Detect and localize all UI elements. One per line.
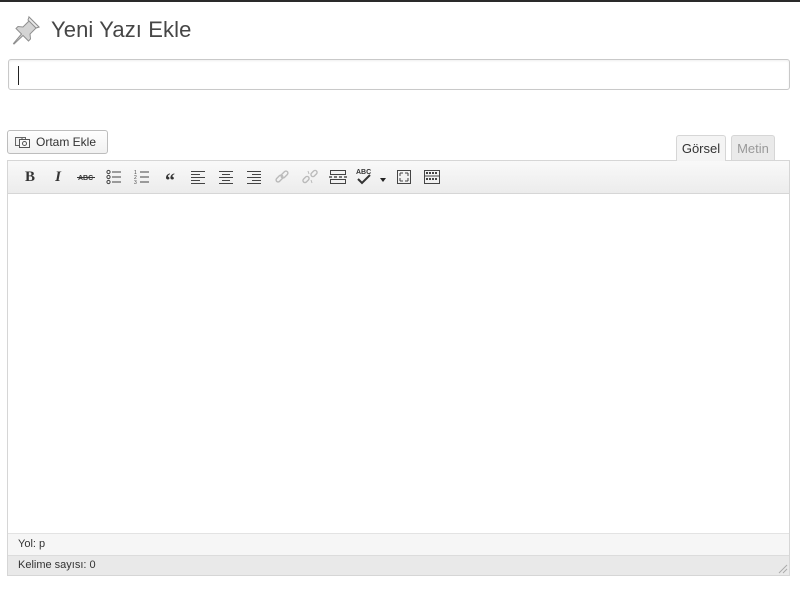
pushpin-icon — [12, 15, 40, 45]
page-title: Yeni Yazı Ekle — [51, 17, 192, 42]
spellcheck-icon: ABC — [356, 169, 386, 185]
text-caret — [18, 66, 19, 85]
editor-content-area[interactable] — [8, 194, 789, 533]
insert-more-button[interactable] — [327, 166, 349, 188]
fullscreen-button[interactable] — [393, 166, 415, 188]
strikethrough-button[interactable]: ABC — [75, 166, 97, 188]
editor-toolbar: B I ABC 1 2 3 “ ABC — [8, 161, 789, 194]
word-count: Kelime sayısı: 0 — [8, 555, 789, 575]
blockquote-icon: “ — [165, 170, 175, 192]
bold-icon: B — [24, 168, 35, 185]
top-border — [0, 0, 800, 2]
numbered-list-button[interactable]: 1 2 3 — [131, 166, 153, 188]
post-title-input[interactable] — [8, 59, 790, 90]
blockquote-button[interactable]: “ — [159, 166, 181, 192]
unlink-icon — [302, 169, 318, 184]
italic-icon: I — [55, 168, 61, 185]
toolbar-toggle-button[interactable] — [421, 166, 443, 188]
kitchen-sink-icon — [424, 170, 440, 184]
align-center-icon — [219, 171, 233, 184]
align-right-icon — [247, 171, 261, 184]
strikethrough-text: ABC — [78, 175, 93, 182]
link-icon — [275, 170, 289, 183]
editor: B I ABC 1 2 3 “ ABC Yol: p Kelime sayısı… — [7, 160, 790, 576]
strikethrough-icon: ABC — [77, 175, 95, 182]
italic-button[interactable]: I — [47, 166, 69, 188]
remove-link-button[interactable] — [299, 166, 321, 188]
insert-more-icon — [329, 170, 347, 184]
tab-text[interactable]: Metin — [731, 135, 775, 160]
resize-handle-icon[interactable] — [777, 563, 788, 574]
bullet-list-button[interactable] — [103, 166, 125, 188]
media-icon — [15, 137, 30, 148]
spellcheck-button[interactable]: ABC — [354, 166, 388, 188]
add-media-label: Ortam Ekle — [36, 135, 97, 149]
align-center-button[interactable] — [215, 166, 237, 188]
tab-visual[interactable]: Görsel — [676, 135, 726, 161]
align-left-button[interactable] — [187, 166, 209, 188]
bullet-list-icon — [106, 169, 121, 185]
page-header: Yeni Yazı Ekle — [10, 14, 191, 46]
add-media-button[interactable]: Ortam Ekle — [7, 130, 108, 154]
align-right-button[interactable] — [243, 166, 265, 188]
fullscreen-icon — [397, 170, 411, 184]
align-left-icon — [191, 171, 205, 184]
bold-button[interactable]: B — [19, 166, 41, 188]
numbered-list-icon: 1 2 3 — [134, 170, 149, 185]
element-path: Yol: p — [8, 533, 789, 555]
insert-link-button[interactable] — [271, 166, 293, 188]
svg-text:3: 3 — [134, 180, 137, 185]
